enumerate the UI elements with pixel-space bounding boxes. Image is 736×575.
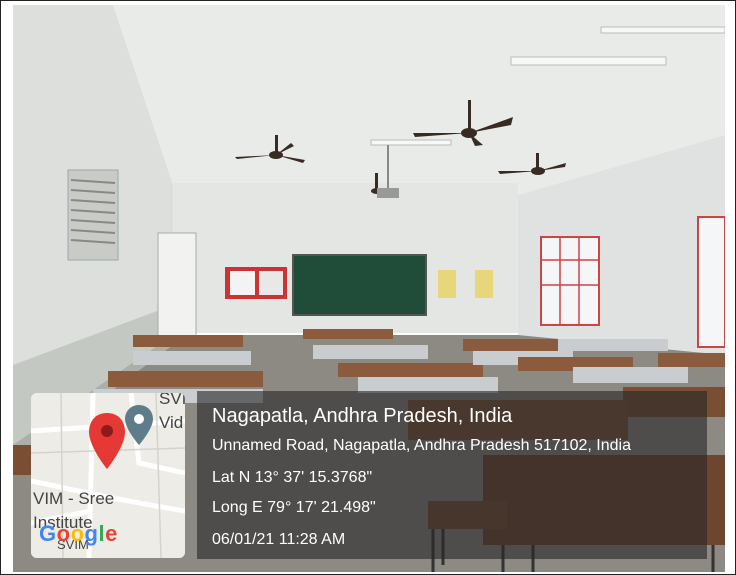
capture-datetime: 06/01/21 11:28 AM — [212, 531, 346, 548]
google-logo-letter: G — [39, 521, 57, 546]
location-title: Nagapatla, Andhra Pradesh, India — [212, 405, 513, 427]
google-logo-letter: o — [70, 521, 85, 546]
google-logo-letter: g — [84, 521, 99, 546]
place-pin-icon — [125, 405, 153, 445]
photo-frame: SVI Vid VIM - Sree Institute SVIM Google… — [0, 0, 736, 575]
google-logo-letter: e — [105, 521, 118, 546]
latitude-readout: Lat N 13° 37' 15.3768" — [212, 469, 373, 486]
longitude-readout: Long E 79° 17' 21.498" — [212, 499, 376, 516]
location-address: Unnamed Road, Nagapatla, Andhra Pradesh … — [212, 437, 631, 454]
google-logo-letter: l — [98, 521, 106, 546]
geotag-overlay: Nagapatla, Andhra Pradesh, India Unnamed… — [197, 391, 707, 559]
location-map-thumbnail: SVI Vid VIM - Sree Institute SVIM Google — [31, 393, 185, 558]
google-logo-letter: o — [56, 521, 71, 546]
google-logo: Google — [39, 521, 118, 547]
map-pin-icon — [89, 413, 125, 469]
